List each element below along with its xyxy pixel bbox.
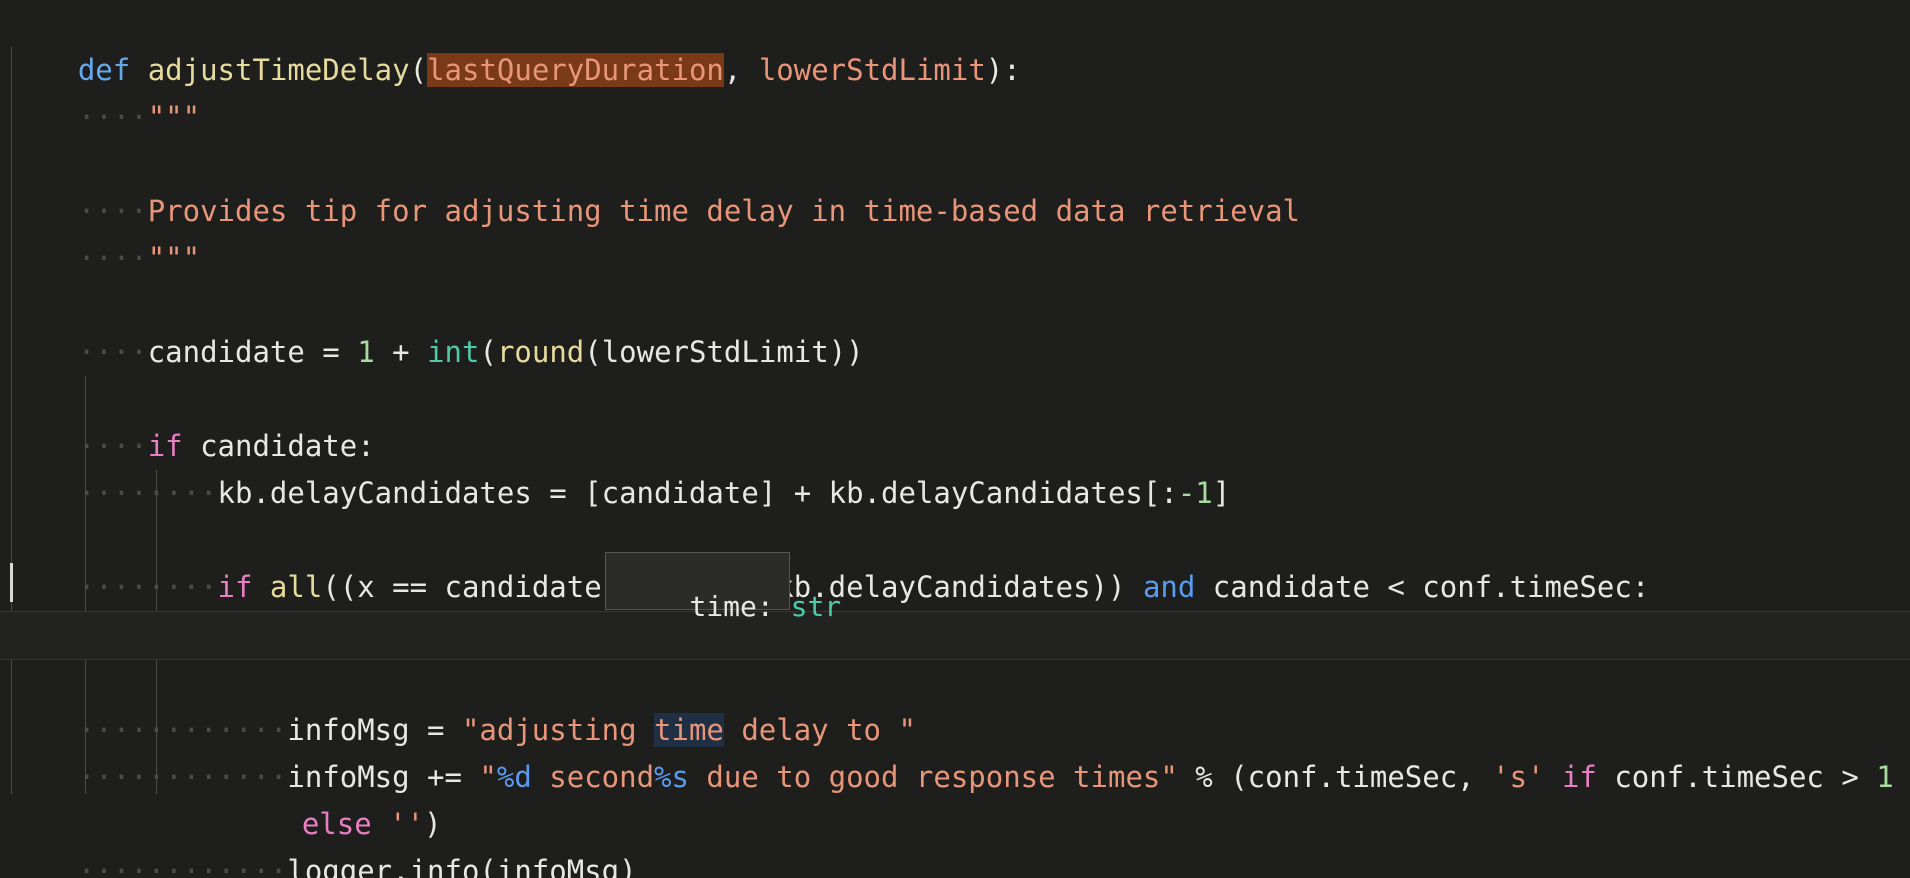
code-line-13[interactable]: ············conf.timeSec = candidate xyxy=(0,564,1910,651)
code-line-15[interactable]: ············infoMsg = "adjusting time de… xyxy=(0,660,1910,747)
code-line-17-wrapped[interactable]: else '') xyxy=(0,754,1910,841)
code-line-8-blank[interactable] xyxy=(0,329,1910,376)
code-line-1[interactable]: def adjustTimeDelay(lastQueryDuration, l… xyxy=(0,0,1910,87)
code-line-14-current[interactable] xyxy=(0,611,1910,660)
code-editor[interactable]: def adjustTimeDelay(lastQueryDuration, l… xyxy=(0,0,1910,878)
code-line-9[interactable]: ····if candidate: xyxy=(0,376,1910,463)
code-line-10[interactable]: ········kb.delayCandidates = [candidate]… xyxy=(0,423,1910,510)
code-line-4[interactable]: ····Provides tip for adjusting time dela… xyxy=(0,141,1910,228)
type-hint-tooltip: time: str xyxy=(605,552,841,621)
tooltip-separator xyxy=(774,590,791,623)
code-line-7[interactable]: ····candidate = 1 + int(round(lowerStdLi… xyxy=(0,282,1910,369)
code-line-12[interactable]: ········if all((x == candidate for x in … xyxy=(0,517,1910,604)
code-line-18[interactable]: ············logger.info(infoMsg) xyxy=(0,801,1910,878)
code-line-2[interactable]: ····""" xyxy=(0,47,1910,134)
code-line-6-blank[interactable] xyxy=(0,235,1910,282)
tooltip-type-name: str xyxy=(790,590,842,623)
code-line-11-blank[interactable] xyxy=(0,470,1910,517)
code-line-3-blank[interactable] xyxy=(0,94,1910,141)
code-line-16[interactable]: ············infoMsg += "%d second%s due … xyxy=(0,707,1910,794)
code-line-5[interactable]: ····""" xyxy=(0,188,1910,275)
code-line-19-blank[interactable] xyxy=(0,848,1910,878)
tooltip-symbol-name: time: xyxy=(689,590,774,623)
